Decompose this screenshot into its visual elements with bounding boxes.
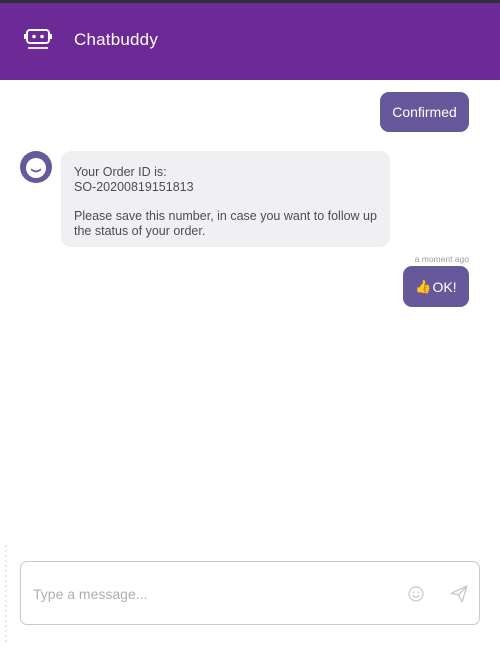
user-message-bubble: Confirmed: [380, 92, 469, 132]
composer-rail: [5, 545, 7, 645]
chatbuddy-logo-icon: [24, 29, 52, 49]
message-text: Confirmed: [392, 104, 457, 120]
message-timestamp: a moment ago: [414, 254, 469, 264]
message-composer: [20, 561, 480, 625]
smiley-avatar-icon: [26, 158, 46, 178]
chat-header: Chatbuddy: [0, 3, 500, 80]
order-id-value: SO-20200819151813: [74, 180, 194, 194]
app-title: Chatbuddy: [74, 30, 159, 49]
thumbs-up-icon: 👍: [415, 278, 432, 294]
user-message-bubble: 👍 OK!: [403, 266, 469, 307]
bot-message-bubble: Your Order ID is: SO-20200819151813 Plea…: [61, 151, 390, 247]
smiley-icon[interactable]: [408, 586, 424, 602]
save-number-note: Please save this number, in case you wan…: [74, 209, 377, 238]
bot-avatar: [20, 151, 52, 183]
order-id-label: Your Order ID is:: [74, 165, 167, 179]
message-input[interactable]: [31, 582, 395, 606]
paper-plane-icon[interactable]: [449, 584, 469, 604]
message-text: OK!: [432, 278, 457, 295]
